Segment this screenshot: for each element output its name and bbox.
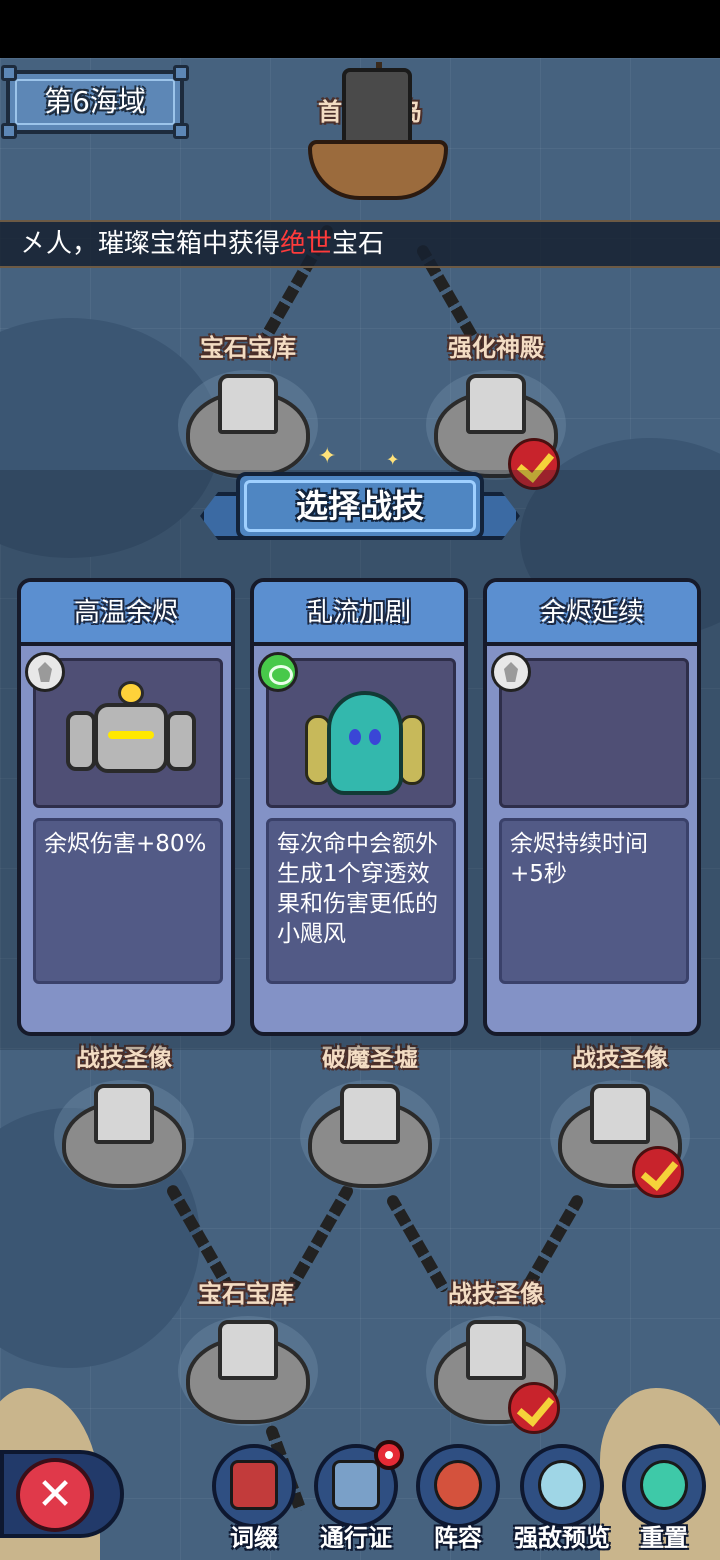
completed-check-icon xyxy=(632,1146,684,1198)
wind-element-icon xyxy=(258,652,298,692)
duck-hat-icon xyxy=(118,681,144,705)
ticker-prefix: 㐅人，璀璨宝箱中获得 xyxy=(20,229,281,259)
skill-card-turbulence[interactable]: 乱流加剧 每次命中会额外生成1个穿透效果和伤害更低的小飓风 xyxy=(250,578,468,1036)
sea-zone-badge: 第6海域 xyxy=(1,65,189,139)
nav-affixes[interactable]: 词缀 xyxy=(208,1444,300,1556)
close-button[interactable]: ✕ xyxy=(16,1458,94,1532)
node-building xyxy=(94,1084,154,1144)
spirit-body xyxy=(327,691,403,795)
close-icon: ✕ xyxy=(36,1469,74,1520)
node-building xyxy=(340,1084,400,1144)
completed-check-icon xyxy=(508,1382,560,1434)
golem-arm xyxy=(166,711,196,771)
skill-name: 乱流加剧 xyxy=(306,598,411,628)
ship-hull xyxy=(308,140,448,200)
nav-reset[interactable]: 重置 xyxy=(618,1444,710,1556)
ticker-suffix: 宝石 xyxy=(332,229,385,259)
node-building xyxy=(466,374,526,434)
nav-label: 阵容 xyxy=(434,1524,482,1552)
reset-icon xyxy=(640,1460,688,1510)
nav-label: 重置 xyxy=(640,1524,688,1552)
spirit-eye xyxy=(349,729,361,745)
crystal-element-icon xyxy=(25,652,65,692)
node-building xyxy=(218,374,278,434)
hero-icon xyxy=(434,1460,482,1510)
ticker-highlight: 绝世 xyxy=(280,229,333,259)
sea-zone-label: 第6海域 xyxy=(44,85,146,118)
select-skill-banner: 选择战技 xyxy=(200,472,520,548)
card-icon xyxy=(230,1460,278,1510)
nav-lineup[interactable]: 阵容 xyxy=(412,1444,504,1556)
notification-dot xyxy=(374,1440,404,1470)
spirit-eye xyxy=(369,729,381,745)
golem-arm xyxy=(66,711,96,771)
nav-enemy-preview[interactable]: 强敌预览 xyxy=(514,1444,610,1556)
map-node-gem-vault[interactable] xyxy=(178,1296,318,1436)
skill-description: 余烬伤害+80% xyxy=(33,818,223,984)
node-building xyxy=(218,1320,278,1380)
ticker-text: 㐅人，璀璨宝箱中获得绝世宝石 xyxy=(20,222,384,266)
rock-golem-icon xyxy=(66,681,196,799)
passport-icon xyxy=(332,1460,380,1510)
magnifier-icon xyxy=(538,1460,586,1510)
map-node-demon-ruins[interactable] xyxy=(300,1060,440,1200)
skill-name: 余烬延续 xyxy=(539,598,644,628)
sparkle-icon: ✦ xyxy=(386,450,400,469)
modal-title: 选择战技 xyxy=(295,487,424,525)
node-building xyxy=(590,1084,650,1144)
nav-label: 强敌预览 xyxy=(514,1524,610,1552)
skill-description: 每次命中会额外生成1个穿透效果和伤害更低的小飓风 xyxy=(266,818,456,984)
crystal-element-icon xyxy=(491,652,531,692)
ship-sail xyxy=(342,68,412,150)
nav-label: 词缀 xyxy=(230,1524,278,1552)
sparkle-icon: ✦ xyxy=(318,444,337,469)
golem-glow xyxy=(108,731,154,739)
wind-spirit-icon xyxy=(305,675,425,805)
map-node-skill-statue[interactable] xyxy=(54,1060,194,1200)
status-bar xyxy=(0,0,720,58)
skill-card-ember-extension[interactable]: 余烬延续 余烬持续时间+5秒 xyxy=(483,578,701,1036)
map-node-gem-vault[interactable] xyxy=(178,350,318,490)
skill-description: 余烬持续时间+5秒 xyxy=(499,818,689,984)
node-building xyxy=(466,1320,526,1380)
player-ship[interactable] xyxy=(298,62,463,212)
skill-card-high-heat-embers[interactable]: 高温余烬 余烬伤害+80% xyxy=(17,578,235,1036)
nav-label: 通行证 xyxy=(320,1524,392,1552)
announcement-ticker: 㐅人，璀璨宝箱中获得绝世宝石 xyxy=(0,220,720,268)
skill-name: 高温余烬 xyxy=(73,598,178,628)
